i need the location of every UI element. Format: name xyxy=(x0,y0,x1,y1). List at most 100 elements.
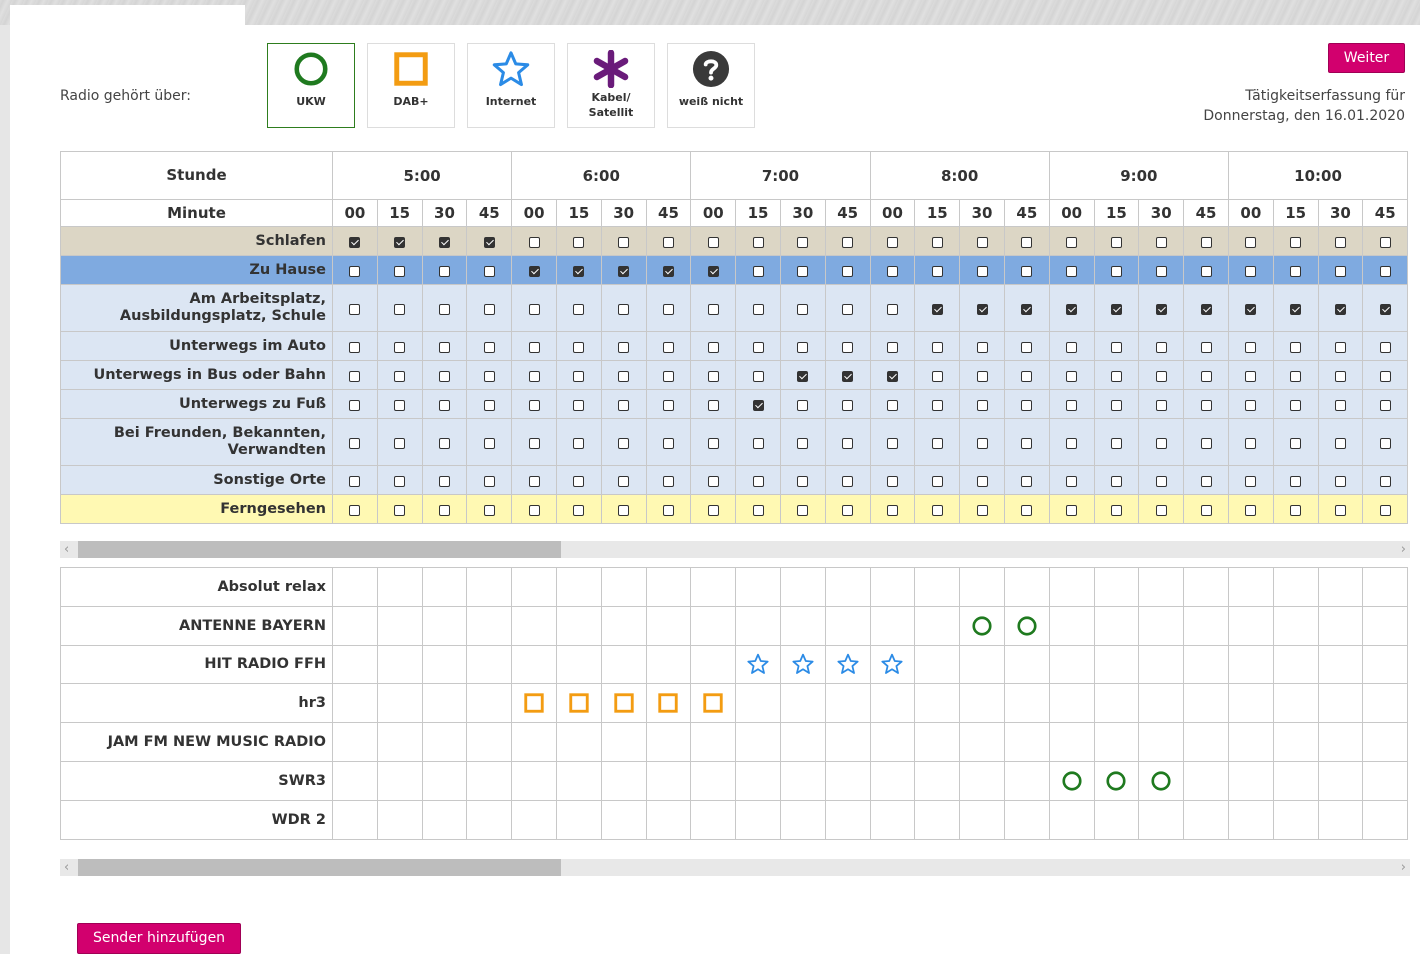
activity-scrollbar[interactable]: ‹ › xyxy=(60,541,1410,558)
checkbox[interactable] xyxy=(752,437,764,449)
checkbox[interactable] xyxy=(394,399,406,411)
station-cell[interactable] xyxy=(735,644,781,685)
station-cell[interactable] xyxy=(690,683,737,724)
checkbox[interactable] xyxy=(573,303,585,315)
station-cell[interactable] xyxy=(1138,567,1185,607)
scroll-left-arrow[interactable]: ‹ xyxy=(64,859,69,876)
checkbox[interactable] xyxy=(573,370,585,382)
checkbox[interactable] xyxy=(886,504,898,516)
checkbox[interactable] xyxy=(797,399,809,411)
station-cell[interactable] xyxy=(959,683,1005,724)
checkbox[interactable] xyxy=(349,265,361,277)
checkbox[interactable] xyxy=(573,236,585,248)
station-cell[interactable] xyxy=(511,683,557,724)
scroll-left-arrow[interactable]: ‹ xyxy=(64,541,69,558)
station-cell[interactable] xyxy=(1048,799,1095,840)
station-cell[interactable] xyxy=(824,644,871,685)
checkbox[interactable] xyxy=(1290,399,1302,411)
checkbox[interactable] xyxy=(618,475,630,487)
station-cell[interactable] xyxy=(511,567,557,607)
checkbox[interactable] xyxy=(1066,341,1078,353)
checkbox[interactable] xyxy=(618,370,630,382)
checkbox[interactable] xyxy=(976,437,988,449)
checkbox[interactable] xyxy=(752,303,764,315)
station-cell[interactable] xyxy=(959,644,1005,685)
station-cell[interactable] xyxy=(1362,683,1409,724)
station-cell[interactable] xyxy=(735,683,781,724)
checkbox[interactable] xyxy=(573,504,585,516)
checkbox[interactable] xyxy=(1021,437,1033,449)
scroll-thumb[interactable] xyxy=(78,859,561,876)
station-cell[interactable] xyxy=(735,799,781,840)
station-cell[interactable] xyxy=(332,683,378,724)
checkbox[interactable] xyxy=(752,504,764,516)
checkbox[interactable] xyxy=(1200,370,1212,382)
station-cell[interactable] xyxy=(1227,605,1274,646)
station-cell[interactable] xyxy=(735,605,781,646)
station-cell[interactable] xyxy=(1362,567,1409,607)
checkbox[interactable] xyxy=(752,341,764,353)
source-button-internet[interactable]: Internet xyxy=(467,43,555,128)
source-button-ukw[interactable]: UKW xyxy=(267,43,355,128)
station-cell[interactable] xyxy=(959,760,1005,801)
checkbox[interactable] xyxy=(618,399,630,411)
checkbox[interactable] xyxy=(842,399,854,411)
checked-checkbox[interactable] xyxy=(1155,303,1167,315)
station-cell[interactable] xyxy=(1362,605,1409,646)
station-cell[interactable] xyxy=(1003,799,1050,840)
station-cell[interactable] xyxy=(600,567,647,607)
checkbox[interactable] xyxy=(1290,475,1302,487)
station-cell[interactable] xyxy=(600,722,647,762)
checkbox[interactable] xyxy=(1155,437,1167,449)
checkbox[interactable] xyxy=(1245,475,1257,487)
station-cell[interactable] xyxy=(914,605,961,646)
station-cell[interactable] xyxy=(1227,644,1274,685)
checkbox[interactable] xyxy=(1245,341,1257,353)
station-cell[interactable] xyxy=(735,567,781,607)
station-cell[interactable] xyxy=(645,799,692,840)
checkbox[interactable] xyxy=(1379,236,1391,248)
checkbox[interactable] xyxy=(1245,504,1257,516)
checkbox[interactable] xyxy=(1155,475,1167,487)
checkbox[interactable] xyxy=(931,475,943,487)
station-cell[interactable] xyxy=(376,644,423,685)
checkbox[interactable] xyxy=(842,265,854,277)
checkbox[interactable] xyxy=(1155,370,1167,382)
station-cell[interactable] xyxy=(1362,799,1409,840)
checkbox[interactable] xyxy=(394,504,406,516)
checkbox[interactable] xyxy=(1155,341,1167,353)
station-cell[interactable] xyxy=(511,644,557,685)
station-cell[interactable] xyxy=(735,722,781,762)
checked-checkbox[interactable] xyxy=(394,236,406,248)
source-button-kabel[interactable]: Kabel/Satellit xyxy=(567,43,655,128)
checked-checkbox[interactable] xyxy=(662,265,674,277)
station-cell[interactable] xyxy=(421,760,468,801)
station-cell[interactable] xyxy=(555,760,602,801)
checkbox[interactable] xyxy=(1245,437,1257,449)
checkbox[interactable] xyxy=(483,370,495,382)
station-cell[interactable] xyxy=(1048,567,1095,607)
checkbox[interactable] xyxy=(1245,265,1257,277)
station-cell[interactable] xyxy=(779,644,826,685)
checkbox[interactable] xyxy=(797,236,809,248)
checkbox[interactable] xyxy=(1334,475,1346,487)
checkbox[interactable] xyxy=(573,341,585,353)
station-cell[interactable] xyxy=(1227,567,1274,607)
station-cell[interactable] xyxy=(959,567,1005,607)
station-cell[interactable] xyxy=(1048,605,1095,646)
station-cell[interactable] xyxy=(332,567,378,607)
station-cell[interactable] xyxy=(376,683,423,724)
checkbox[interactable] xyxy=(1021,265,1033,277)
checkbox[interactable] xyxy=(842,475,854,487)
checkbox[interactable] xyxy=(976,341,988,353)
checkbox[interactable] xyxy=(483,303,495,315)
checkbox[interactable] xyxy=(931,341,943,353)
station-cell[interactable] xyxy=(332,760,378,801)
checkbox[interactable] xyxy=(1290,265,1302,277)
checkbox[interactable] xyxy=(528,303,540,315)
station-cell[interactable] xyxy=(1093,722,1140,762)
station-cell[interactable] xyxy=(1317,644,1364,685)
checkbox[interactable] xyxy=(662,475,674,487)
station-cell[interactable] xyxy=(376,605,423,646)
checkbox[interactable] xyxy=(1334,399,1346,411)
